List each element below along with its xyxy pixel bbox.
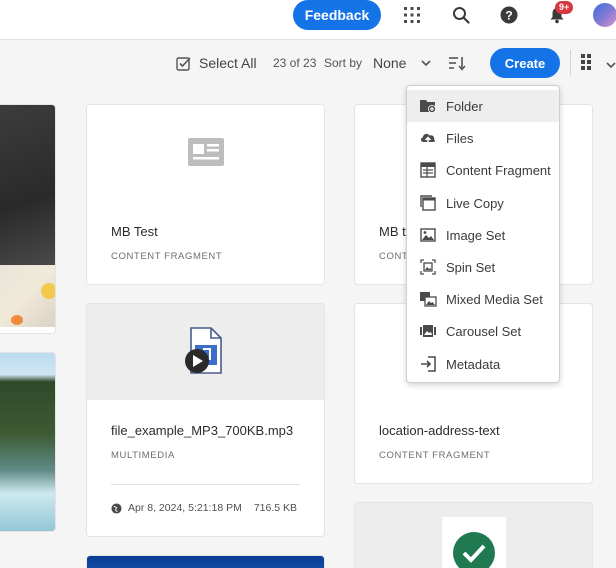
menu-item-label: Image Set xyxy=(446,227,506,243)
asset-card-partial[interactable] xyxy=(86,555,325,568)
view-switcher-button[interactable] xyxy=(581,54,597,75)
menu-item-label: Carousel Set xyxy=(446,323,522,339)
menu-item-folder[interactable]: Folder xyxy=(407,90,559,122)
carousel-set-icon xyxy=(419,322,437,340)
metadata-import-icon xyxy=(419,355,437,373)
asset-card-mp3[interactable]: file_example_MP3_700KB.mp3 MULTIMEDIA Ap… xyxy=(86,303,325,537)
card-size: 716.5 KB xyxy=(253,502,298,514)
menu-item-label: Files xyxy=(446,130,474,146)
sort-dropdown[interactable]: None xyxy=(373,40,432,86)
item-count: 23 of 23 xyxy=(273,56,317,70)
menu-item-image-set[interactable]: Image Set xyxy=(407,219,559,251)
menu-item-label: Spin Set xyxy=(446,259,496,275)
cloud-upload-icon xyxy=(419,129,437,147)
mixed-media-set-icon xyxy=(419,290,437,308)
view-chevron-down-icon[interactable] xyxy=(606,57,616,75)
photo-thumbnail xyxy=(0,105,55,265)
menu-item-carousel-set[interactable]: Carousel Set xyxy=(407,315,559,347)
content-fragment-icon xyxy=(188,138,224,166)
card-view-icon xyxy=(581,54,591,70)
photo-thumbnail-lower xyxy=(0,265,55,327)
menu-item-label: Content Fragment xyxy=(446,162,551,178)
waterfall-photo xyxy=(0,353,55,531)
globe-icon xyxy=(111,502,122,514)
menu-item-mixed-media-set[interactable]: Mixed Media Set xyxy=(407,283,559,315)
sort-by-label: Sort by xyxy=(324,56,363,70)
card-divider xyxy=(111,484,300,485)
select-all-label: Select All xyxy=(199,55,257,71)
top-bar: Feedback ? 9+ xyxy=(0,0,616,40)
toolbar-divider xyxy=(570,50,571,76)
menu-item-content-fragment[interactable]: Content Fragment xyxy=(407,154,559,186)
menu-item-label: Live Copy xyxy=(446,195,504,211)
card-thumbnail xyxy=(87,105,324,201)
chevron-down-icon xyxy=(421,60,432,67)
notification-badge: 9+ xyxy=(555,1,574,14)
asset-card-photo-1[interactable] xyxy=(0,104,56,334)
live-copy-icon xyxy=(419,194,437,212)
menu-item-live-copy[interactable]: Live Copy xyxy=(407,187,559,219)
user-avatar[interactable] xyxy=(593,3,616,27)
menu-item-label: Mixed Media Set xyxy=(446,291,543,307)
svg-text:?: ? xyxy=(505,9,512,23)
menu-item-label: Metadata xyxy=(446,356,501,372)
card-thumbnail xyxy=(87,556,324,568)
image-set-icon xyxy=(419,226,437,244)
spin-set-icon xyxy=(419,258,437,276)
menu-item-label: Folder xyxy=(446,98,483,114)
menu-item-metadata[interactable]: Metadata xyxy=(407,348,559,380)
card-title: file_example_MP3_700KB.mp3 xyxy=(111,423,294,438)
card-meta: Apr 8, 2024, 5:21:18 PM 716.5 KB xyxy=(111,502,297,514)
card-title: location-address-text xyxy=(379,423,500,438)
asset-card-processed[interactable] xyxy=(354,502,593,568)
content-fragment-icon xyxy=(419,161,437,179)
menu-item-files[interactable]: Files xyxy=(407,122,559,154)
card-type: CONTENT FRAGMENT xyxy=(111,251,223,262)
folder-add-icon xyxy=(419,97,437,115)
checkmark-circle-icon xyxy=(453,532,495,568)
card-title: MB Test xyxy=(111,224,158,239)
sort-value: None xyxy=(373,55,407,71)
help-icon[interactable]: ? xyxy=(497,3,521,27)
create-menu: Folder Files Content Fragment Live Copy … xyxy=(406,85,560,383)
feedback-button[interactable]: Feedback xyxy=(293,0,381,30)
asset-card-mb-test[interactable]: MB Test CONTENT FRAGMENT xyxy=(86,104,325,285)
select-all-button[interactable]: Select All xyxy=(176,40,257,86)
card-type: MULTIMEDIA xyxy=(111,450,175,461)
audio-file-icon xyxy=(185,327,222,374)
search-icon[interactable] xyxy=(449,3,473,27)
check-thumbnail xyxy=(442,517,506,568)
card-date: Apr 8, 2024, 5:21:18 PM xyxy=(128,502,242,514)
create-button[interactable]: Create xyxy=(490,48,560,78)
sort-order-icon xyxy=(449,57,466,71)
sort-order-button[interactable] xyxy=(448,40,466,86)
card-type: CONTENT FRAGMENT xyxy=(379,450,491,461)
select-all-icon xyxy=(176,57,191,71)
menu-item-spin-set[interactable]: Spin Set xyxy=(407,251,559,283)
card-thumbnail xyxy=(87,304,324,400)
apps-grid-icon[interactable] xyxy=(400,3,424,27)
card-type: CONT xyxy=(379,251,409,262)
asset-card-photo-2[interactable] xyxy=(0,352,56,532)
